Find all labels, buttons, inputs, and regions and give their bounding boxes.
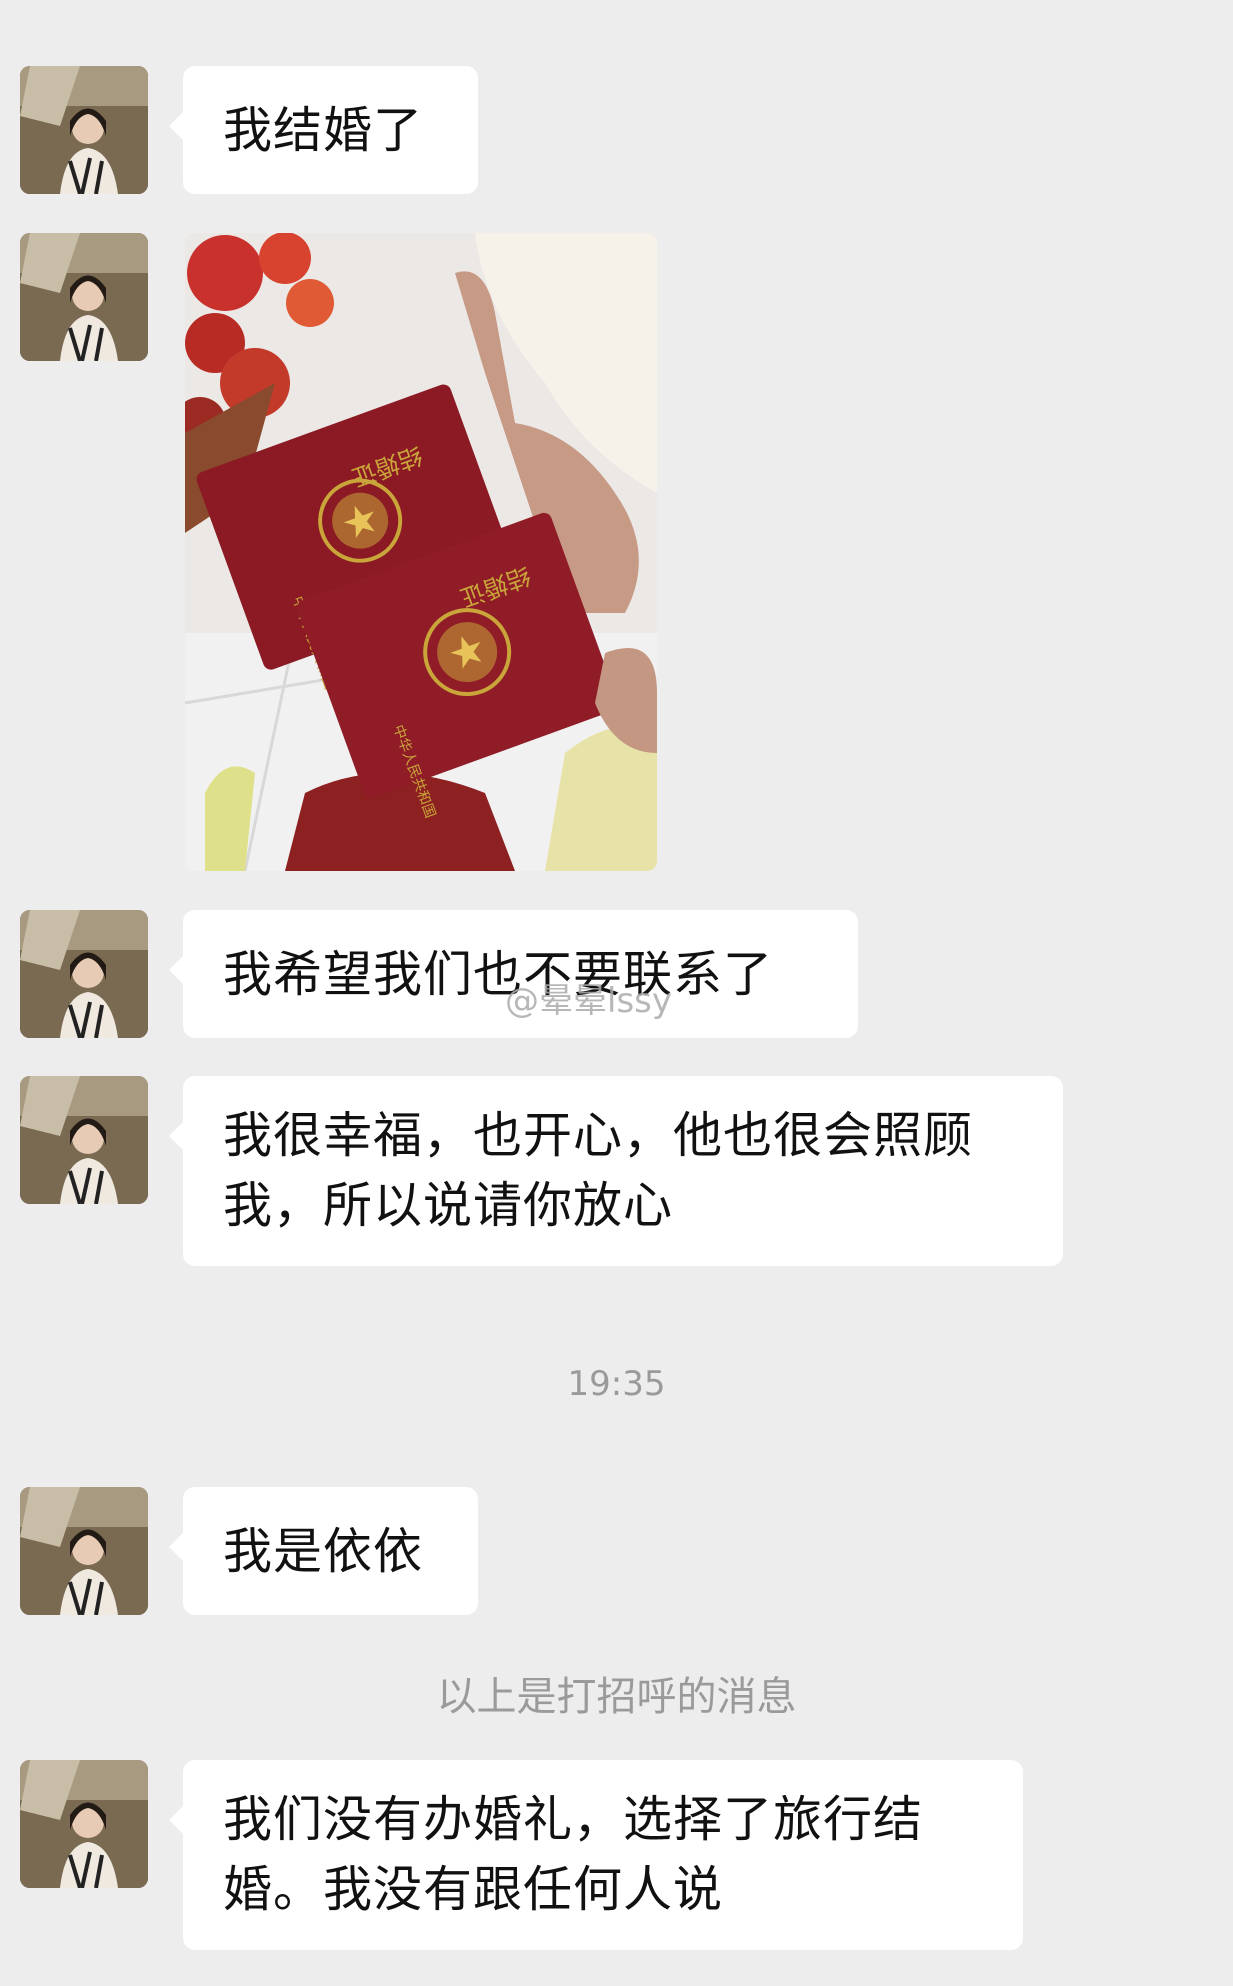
avatar[interactable] [20,233,148,361]
message-text: 我希望我们也不要联系了 [223,946,774,1003]
message-bubble[interactable]: 我希望我们也不要联系了 [169,910,858,1038]
avatar[interactable] [20,910,148,1038]
message-text: 我结婚了 [223,102,424,159]
avatar-photo [20,1760,148,1888]
avatar[interactable] [20,1487,148,1615]
system-notice: 以上是打招呼的消息 [436,1674,797,1720]
message-text-line: 我很幸福，也开心，他也很会照顾 [223,1107,974,1164]
avatar[interactable] [20,1076,148,1204]
avatar-photo [20,1076,148,1204]
avatar[interactable] [20,66,148,194]
message-bubble[interactable]: 我很幸福，也开心，他也很会照顾 我，所以说请你放心 [169,1076,1063,1266]
avatar-photo [20,1487,148,1615]
message-text: 我是依依 [223,1523,424,1580]
marriage-certificate-photo: 结婚证 中华人民共和国 结婚证 中华人民共和国 [185,233,657,871]
message-bubble[interactable]: 我结婚了 [169,66,478,194]
message-text-line: 我们没有办婚礼，选择了旅行结 [223,1791,924,1848]
avatar-photo [20,233,148,361]
message-bubble[interactable]: 我们没有办婚礼，选择了旅行结 婚。我没有跟任何人说 [169,1760,1023,1950]
avatar-photo [20,910,148,1038]
message-bubble[interactable]: 我是依依 [169,1487,478,1615]
message-text-line: 我，所以说请你放心 [223,1177,674,1234]
avatar-photo [20,66,148,194]
message-text-line: 婚。我没有跟任何人说 [223,1861,724,1918]
timestamp: 19:35 [567,1364,666,1404]
avatar[interactable] [20,1760,148,1888]
image-message[interactable]: 结婚证 中华人民共和国 结婚证 中华人民共和国 [185,233,657,871]
